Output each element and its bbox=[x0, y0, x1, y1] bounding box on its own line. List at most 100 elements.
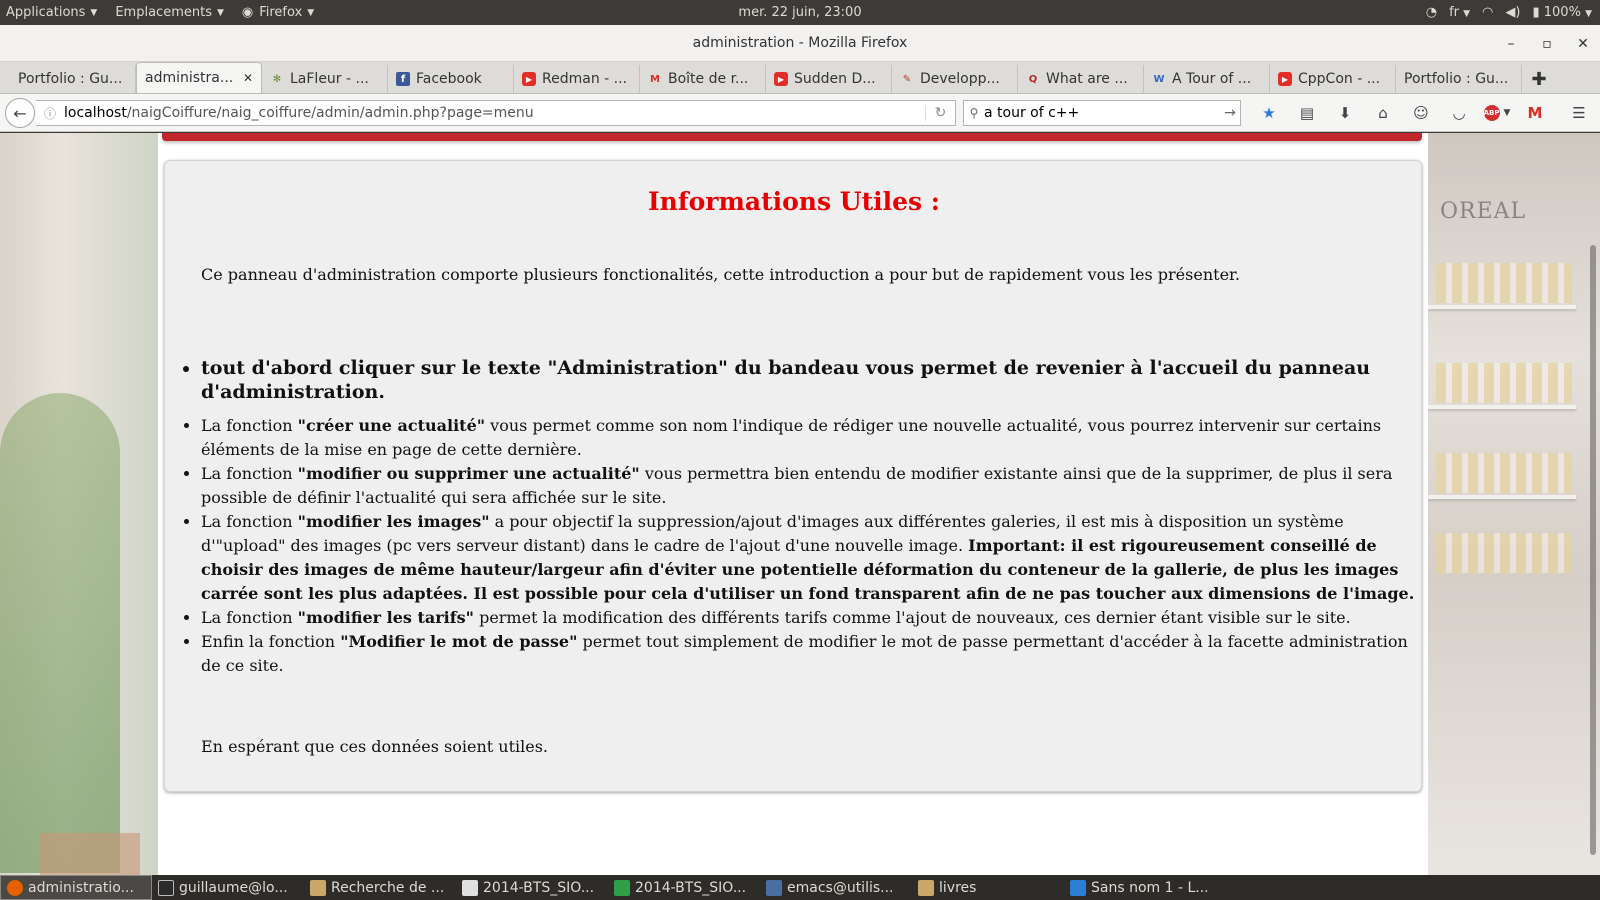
system-tray: ◔ fr ▼ ◠ ◀) ▮ 100% ▼ bbox=[1426, 0, 1592, 25]
taskbar-item-label: livres bbox=[939, 879, 977, 896]
pocket-icon[interactable]: ◡ bbox=[1440, 94, 1478, 132]
list-item: tout d'abord cliquer sur le texte "Admin… bbox=[201, 356, 1423, 404]
terminal-icon bbox=[158, 879, 174, 896]
leaf-icon: ✻ bbox=[272, 73, 282, 85]
facebook-icon: f bbox=[396, 72, 410, 86]
keyboard-layout[interactable]: fr ▼ bbox=[1449, 5, 1470, 20]
bookmarks-list-icon[interactable]: ▤ bbox=[1288, 94, 1326, 132]
home-icon[interactable]: ⌂ bbox=[1364, 94, 1402, 132]
taskbar-item-6[interactable]: livres bbox=[912, 875, 1064, 900]
maximize-button[interactable]: ▫ bbox=[1538, 36, 1556, 52]
list-item: La fonction "modifier ou supprimer une a… bbox=[201, 462, 1423, 510]
scrollbar[interactable] bbox=[1586, 133, 1600, 875]
shelf bbox=[1428, 305, 1576, 309]
back-button[interactable]: ← bbox=[5, 98, 35, 128]
firefox-icon: ◉ bbox=[241, 5, 254, 20]
wikipedia-icon: W bbox=[1153, 73, 1165, 85]
item-function-name: "modifier les images" bbox=[297, 512, 490, 531]
search-input[interactable]: a tour of c++ bbox=[984, 105, 1220, 121]
arrow-right-icon[interactable]: → bbox=[1220, 105, 1240, 121]
folder-icon bbox=[310, 879, 326, 896]
tab-6[interactable]: ▶ Sudden D... bbox=[766, 65, 892, 93]
info-icon[interactable]: ⓘ bbox=[40, 105, 60, 122]
bookmark-star-icon[interactable]: ★ bbox=[1250, 94, 1288, 132]
list-item: Enfin la fonction "Modifier le mot de pa… bbox=[201, 630, 1423, 678]
tab-label: Portfolio : Gu... bbox=[1404, 71, 1509, 87]
chevron-down-icon: ▼ bbox=[216, 7, 224, 18]
item-function-name: "modifier les tarifs" bbox=[297, 608, 474, 627]
battery-indicator[interactable]: ▮ 100% ▼ bbox=[1532, 5, 1592, 20]
intro-text: Ce panneau d'administration comporte plu… bbox=[201, 265, 1241, 284]
window-title: administration - Mozilla Firefox bbox=[692, 35, 908, 51]
list-item: La fonction "créer une actualité" vous p… bbox=[201, 414, 1423, 462]
tab-3[interactable]: f Facebook bbox=[388, 65, 514, 93]
page-viewport: OREAL Informations Utiles : Ce panneau d… bbox=[0, 133, 1600, 875]
tab-9[interactable]: W A Tour of ... bbox=[1144, 65, 1270, 93]
chevron-down-icon: ▼ bbox=[1585, 9, 1592, 19]
chat-icon[interactable]: ☺ bbox=[1402, 94, 1440, 132]
minimize-button[interactable]: – bbox=[1502, 36, 1520, 52]
spreadsheet-icon bbox=[614, 879, 630, 896]
url-path: /naigCoiffure/naig_coiffure/admin/admin.… bbox=[126, 105, 534, 121]
item-function-name: "modifier ou supprimer une actualité" bbox=[297, 464, 640, 483]
writer-icon bbox=[1070, 879, 1086, 896]
reload-icon[interactable]: ↻ bbox=[925, 105, 955, 121]
list-item: La fonction "modifier les tarifs" permet… bbox=[201, 606, 1423, 630]
clock[interactable]: mer. 22 juin, 23:00 bbox=[720, 0, 880, 25]
quora-icon: Q bbox=[1028, 73, 1038, 85]
info-panel: Informations Utiles : Ce panneau d'admin… bbox=[164, 160, 1422, 792]
pdf-icon bbox=[462, 879, 478, 896]
taskbar-item-7[interactable]: Sans nom 1 - L... bbox=[1064, 875, 1216, 900]
new-tab-button[interactable]: ✚ bbox=[1522, 65, 1556, 93]
tab-2[interactable]: ✻ LaFleur - ... bbox=[262, 65, 388, 93]
item-prefix: La fonction bbox=[201, 512, 298, 531]
places-menu[interactable]: Emplacements ▼ bbox=[109, 0, 230, 25]
firefox-icon bbox=[7, 879, 23, 896]
tab-10[interactable]: ▶ CppCon - ... bbox=[1270, 65, 1396, 93]
download-icon[interactable]: ⬇ bbox=[1326, 94, 1364, 132]
tab-label: Facebook bbox=[416, 71, 482, 87]
tab-label: Sudden D... bbox=[794, 71, 876, 87]
scrollbar-thumb[interactable] bbox=[1590, 245, 1596, 855]
tab-4[interactable]: ▶ Redman - ... bbox=[514, 65, 640, 93]
taskbar-item-0[interactable]: administratio... bbox=[0, 875, 152, 900]
gmail-icon[interactable]: M bbox=[1516, 94, 1554, 132]
tab-5[interactable]: M Boîte de r... bbox=[640, 65, 766, 93]
tab-1[interactable]: administra... ✕ bbox=[136, 62, 262, 93]
item-prefix: La fonction bbox=[201, 464, 298, 483]
page-title: Informations Utiles : bbox=[647, 187, 941, 216]
taskbar-item-label: Recherche de ... bbox=[331, 879, 445, 896]
taskbar-item-1[interactable]: guillaume@lo... bbox=[152, 875, 304, 900]
volume-icon[interactable]: ◀) bbox=[1505, 5, 1520, 20]
list-item: La fonction "modifier les images" a pour… bbox=[201, 510, 1423, 606]
taskbar-item-4[interactable]: 2014-BTS_SIO... bbox=[608, 875, 760, 900]
tab-7[interactable]: ✎ Developp... bbox=[892, 65, 1018, 93]
item-function-name: "créer une actualité" bbox=[297, 416, 486, 435]
navigation-toolbar: ← ⓘ localhost/naigCoiffure/naig_coiffure… bbox=[0, 94, 1600, 132]
firefox-menu[interactable]: ◉ Firefox ▼ bbox=[236, 0, 320, 25]
taskbar-item-2[interactable]: Recherche de ... bbox=[304, 875, 456, 900]
top-panel: Applications ▼ Emplacements ▼ ◉ Firefox … bbox=[0, 0, 1600, 25]
url-bar[interactable]: ⓘ localhost/naigCoiffure/naig_coiffure/a… bbox=[36, 100, 956, 126]
item-prefix: La fonction bbox=[201, 608, 298, 627]
tab-8[interactable]: Q What are ... bbox=[1018, 65, 1144, 93]
wifi-icon[interactable]: ◠ bbox=[1482, 5, 1493, 20]
shelf-products bbox=[1436, 533, 1572, 573]
taskbar-item-3[interactable]: 2014-BTS_SIO... bbox=[456, 875, 608, 900]
hamburger-menu-icon[interactable]: ☰ bbox=[1560, 94, 1598, 132]
tab-11[interactable]: Portfolio : Gu... bbox=[1396, 65, 1522, 93]
url-input[interactable]: localhost/naigCoiffure/naig_coiffure/adm… bbox=[60, 105, 925, 121]
chat-icon[interactable]: ◔ bbox=[1426, 5, 1437, 20]
page-column: Informations Utiles : Ce panneau d'admin… bbox=[158, 133, 1428, 875]
search-bar[interactable]: ⚲ a tour of c++ → bbox=[963, 100, 1241, 126]
close-button[interactable]: ✕ bbox=[1574, 36, 1592, 52]
applications-menu[interactable]: Applications ▼ bbox=[0, 0, 103, 25]
tab-label: Portfolio : Gu... bbox=[18, 71, 123, 87]
header-banner[interactable] bbox=[162, 133, 1422, 141]
close-icon[interactable]: ✕ bbox=[243, 71, 253, 85]
taskbar-item-5[interactable]: emacs@utilis... bbox=[760, 875, 912, 900]
taskbar-item-label: Sans nom 1 - L... bbox=[1091, 879, 1209, 896]
adblock-icon[interactable]: ABP ▼ bbox=[1478, 94, 1516, 132]
tab-0[interactable]: Portfolio : Gu... bbox=[10, 65, 136, 93]
feature-list: tout d'abord cliquer sur le texte "Admin… bbox=[201, 356, 1423, 678]
